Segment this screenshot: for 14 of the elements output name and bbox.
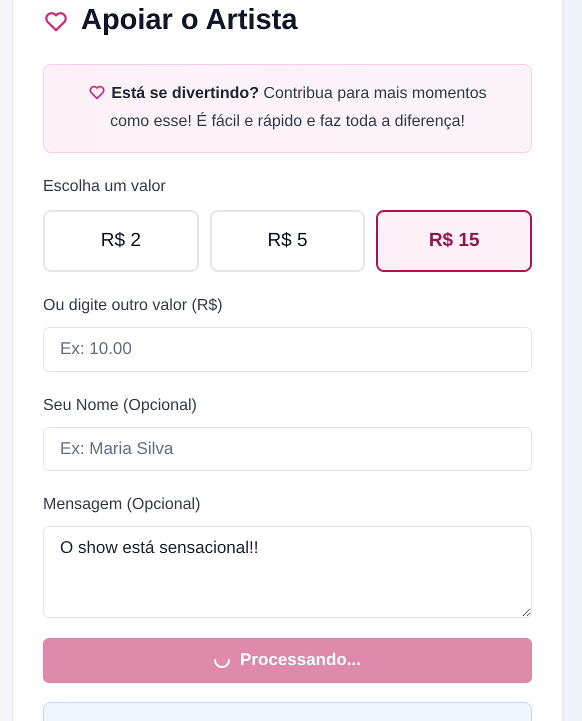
message-input[interactable]: O show está sensacional!! xyxy=(43,526,532,618)
amount-option[interactable]: R$ 5 xyxy=(210,210,366,272)
amount-option[interactable]: R$ 2 xyxy=(43,210,199,272)
heart-icon xyxy=(88,83,106,102)
field-label: Escolha um valor xyxy=(43,176,167,197)
field-label: Mensagem (Opcional) xyxy=(43,495,202,516)
notice-text: Está se divertindo? Contribua para mais momentos como esse! É fácil e rápido e faz toda a diferença! xyxy=(74,80,501,136)
amount-option[interactable]: R$ 15 xyxy=(376,210,532,272)
field-label: Seu Nome (Opcional) xyxy=(43,396,198,416)
amount-input[interactable]: Ex: 10.00 xyxy=(43,326,532,372)
page-title: Apoiar o Artista xyxy=(81,4,298,37)
name-input[interactable]: Ex: Maria Silva xyxy=(43,426,532,472)
spinner-icon xyxy=(214,658,230,668)
field-label: Ou digite outro valor (R$) xyxy=(43,296,224,316)
